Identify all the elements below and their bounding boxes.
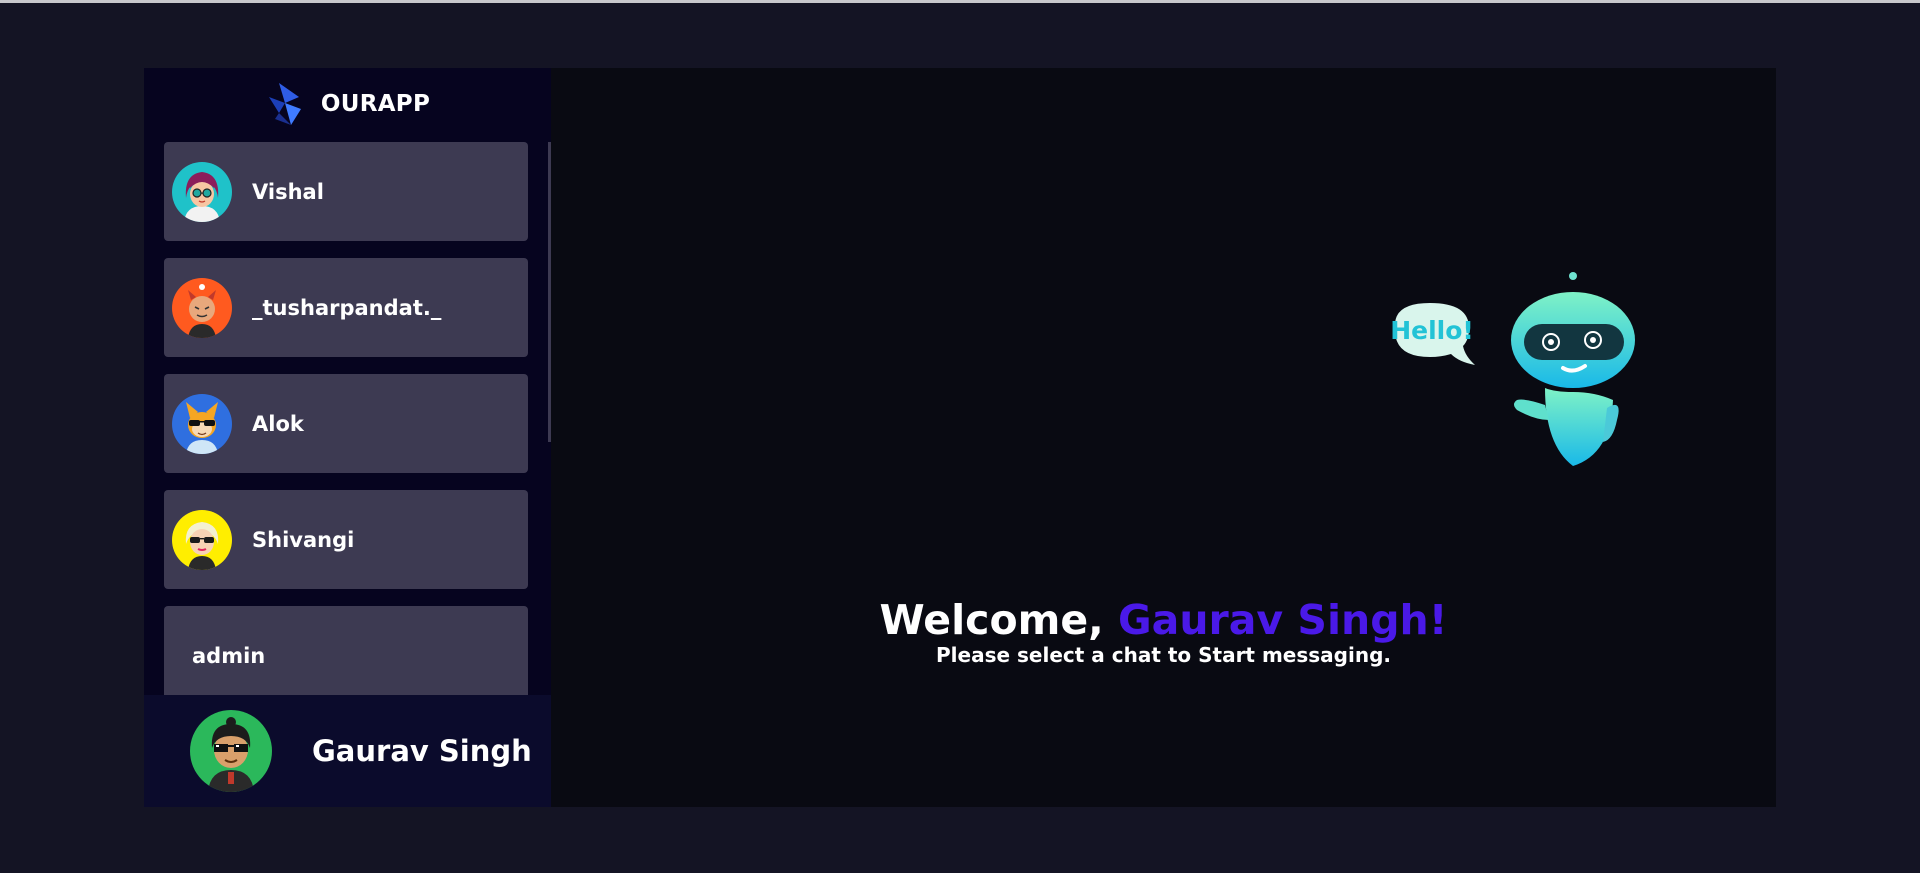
contact-item[interactable]: _tusharpandat._ xyxy=(164,258,528,357)
welcome-subtitle: Please select a chat to Start messaging. xyxy=(936,643,1391,667)
hello-bubble-text: Hello! xyxy=(1390,316,1474,345)
window-top-border xyxy=(0,0,1920,3)
current-user-panel: Gaurav Singh xyxy=(144,695,551,807)
blonde-sunglasses-avatar-icon xyxy=(172,509,232,570)
contact-item[interactable]: Alok xyxy=(164,374,528,473)
contact-item[interactable]: Shivangi xyxy=(164,490,528,589)
app-logo-icon xyxy=(268,83,301,125)
fox-sunglasses-avatar-icon xyxy=(172,393,232,454)
sidebar: OURAPP Vishal _tusharpandat._ Alok Shiva… xyxy=(144,68,551,807)
contact-item[interactable]: admin xyxy=(164,606,528,705)
contact-name: _tusharpandat._ xyxy=(252,295,442,320)
welcome-heading: Welcome, Gaurav Singh! xyxy=(551,596,1776,644)
brand-name: OURAPP xyxy=(320,91,431,117)
chat-app: OURAPP Vishal _tusharpandat._ Alok Shiva… xyxy=(144,68,1776,807)
devil-avatar-icon xyxy=(172,277,232,338)
contact-list[interactable]: Vishal _tusharpandat._ Alok Shivangi adm… xyxy=(164,142,528,764)
current-user-name: Gaurav Singh xyxy=(312,734,532,768)
girl-glasses-avatar-icon xyxy=(172,161,232,222)
chat-welcome-area: Hello! Welcome, Gaurav Singh! Please sel… xyxy=(551,68,1776,807)
contact-name: Alok xyxy=(252,411,304,436)
contact-name: Shivangi xyxy=(252,527,355,552)
welcome-user-name: Gaurav Singh! xyxy=(1118,596,1448,644)
hello-robot-illustration-icon: Hello! xyxy=(1390,272,1635,466)
pixel-glasses-avatar-icon xyxy=(190,710,272,792)
contact-name: admin xyxy=(192,643,266,668)
brand: OURAPP xyxy=(144,68,551,140)
contact-name: Vishal xyxy=(252,179,324,204)
contact-item[interactable]: Vishal xyxy=(164,142,528,241)
welcome-prefix: Welcome, xyxy=(879,596,1119,644)
